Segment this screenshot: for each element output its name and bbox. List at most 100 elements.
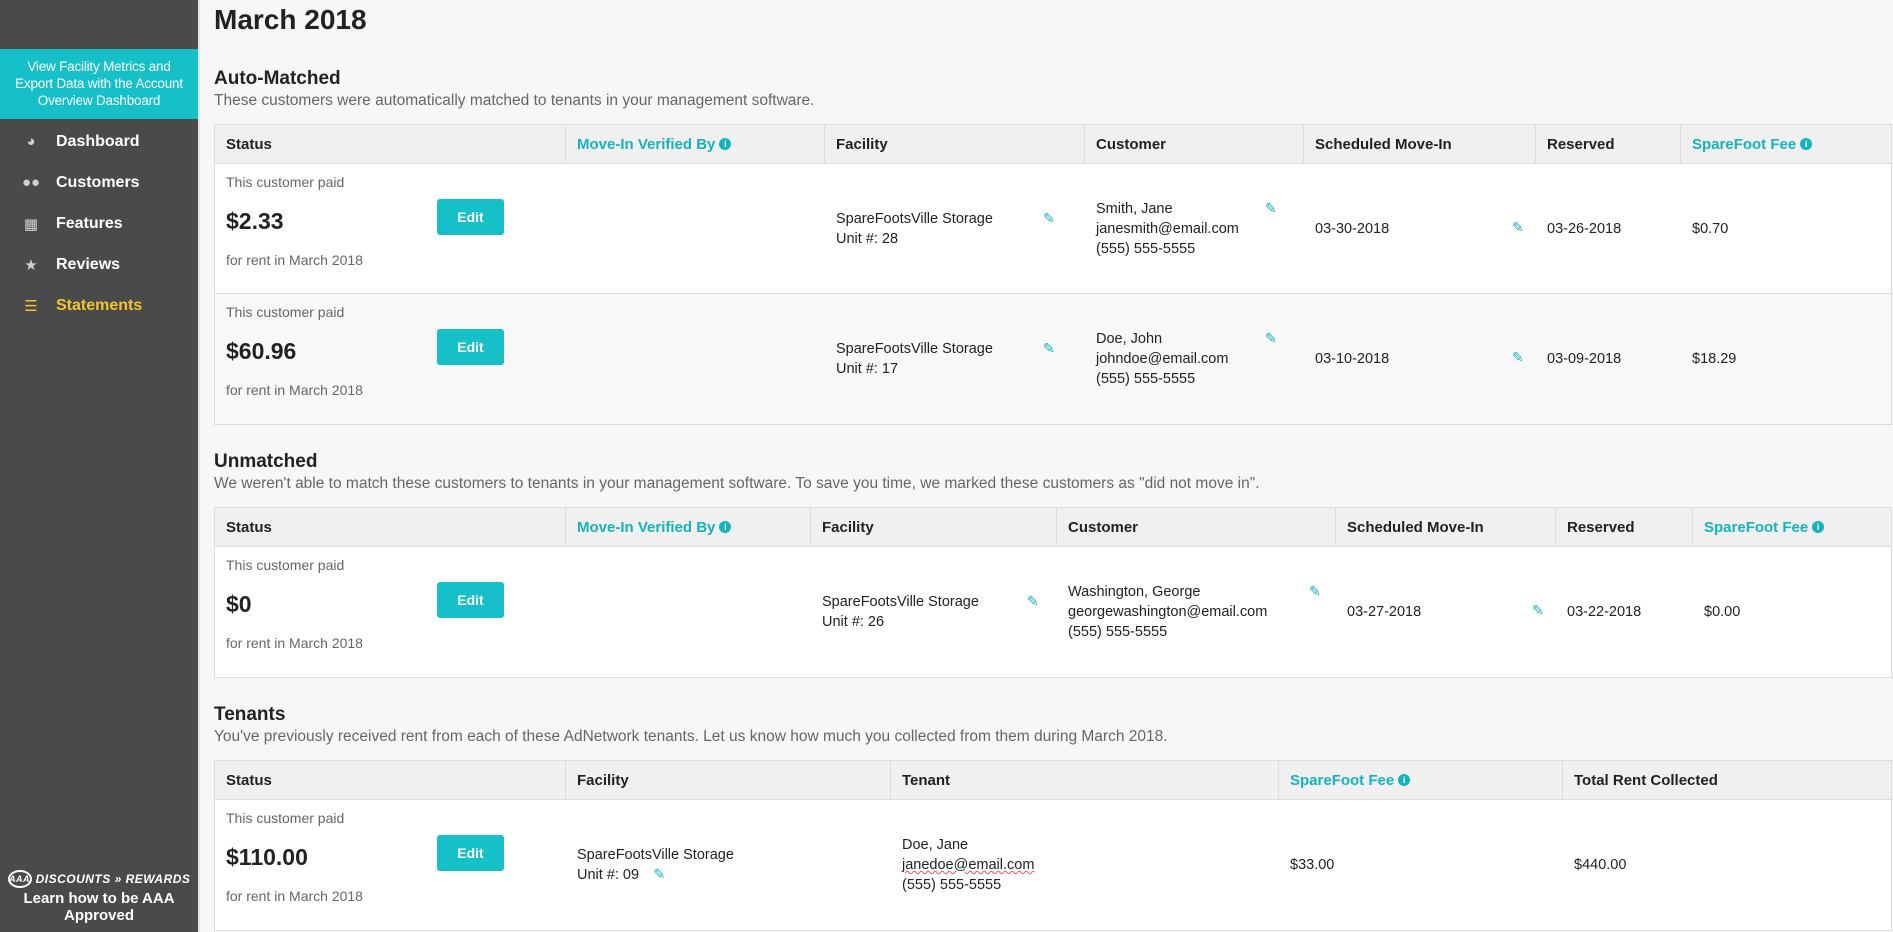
paid-amount: $60.96 (226, 338, 297, 364)
edit-pencil-icon[interactable]: ✎ (1512, 349, 1524, 366)
edit-pencil-icon[interactable]: ✎ (1043, 338, 1055, 358)
tenant-phone: (555) 555-5555 (902, 877, 1002, 893)
tenants-title: Tenants (214, 704, 286, 725)
table-row: This customer paid $60.96 for rent in Ma… (215, 294, 1891, 424)
column-sparefoot-fee[interactable]: SpareFoot Fee i (1279, 761, 1563, 799)
auto-matched-description: These customers were automatically match… (214, 92, 815, 109)
info-icon[interactable]: i (1812, 521, 1825, 533)
edit-pencil-icon[interactable]: ✎ (1265, 328, 1277, 348)
unit-number: Unit #: 09 ✎ (577, 865, 665, 885)
move-in-cell: 03-10-2018 ✎ (1304, 294, 1536, 424)
users-icon: ●● (21, 174, 41, 191)
aaa-cta-text: Learn how to be AAA Approved (23, 890, 175, 924)
sidebar-item-label: Statements (56, 296, 143, 314)
sidebar-item-label: Reviews (56, 255, 121, 273)
paid-label: This customer paid (226, 174, 345, 190)
building-icon: ▦ (23, 215, 39, 233)
column-move-in-verified[interactable]: Move-In Verified By i (566, 125, 825, 163)
column-scheduled-move-in: Scheduled Move-In (1336, 508, 1556, 546)
column-label: SpareFoot Fee (1692, 135, 1797, 153)
sidebar-item-reviews[interactable]: ★ Reviews (0, 244, 198, 285)
tenant-name: Doe, Jane (902, 837, 969, 853)
page-title: March 2018 (214, 4, 367, 35)
column-facility: Facility (811, 508, 1057, 546)
facility-name: SpareFootsVille Storage (836, 341, 993, 357)
edit-pencil-icon[interactable]: ✎ (653, 867, 665, 883)
auto-matched-table: Status Move-In Verified By i Facility Cus… (214, 124, 1892, 425)
sidebar-item-dashboard[interactable]: ◕ Dashboard (0, 121, 198, 162)
column-facility: Facility (825, 125, 1085, 163)
main-content: March 2018 Auto-Matched These customers … (198, 0, 1893, 932)
customer-name: Washington, George (1068, 584, 1201, 600)
sidebar-item-label: Dashboard (56, 132, 140, 150)
customer-cell: Washington, George georgewashington@emai… (1057, 547, 1336, 677)
column-label: Move-In Verified By (577, 135, 716, 153)
edit-pencil-icon[interactable]: ✎ (1512, 219, 1524, 236)
status-cell: This customer paid $110.00 for rent in M… (215, 800, 566, 930)
column-status: Status (215, 761, 566, 799)
customer-email: johndoe@email.com (1096, 351, 1229, 367)
edit-pencil-icon[interactable]: ✎ (1043, 208, 1055, 228)
info-icon[interactable]: i (719, 521, 732, 533)
table-header: Status Facility Tenant SpareFoot Fee i To… (215, 761, 1891, 800)
customer-email: georgewashington@email.com (1068, 604, 1268, 620)
info-icon[interactable]: i (719, 138, 732, 150)
paid-amount: $2.33 (226, 208, 284, 234)
aaa-brand: DISCOUNTS » REWARDS (35, 872, 191, 886)
edit-button[interactable]: Edit (437, 835, 504, 871)
star-icon: ★ (24, 256, 38, 274)
column-status: Status (215, 508, 566, 546)
edit-button[interactable]: Edit (437, 582, 504, 618)
sidebar-item-customers[interactable]: ●● Customers (0, 162, 198, 203)
edit-pencil-icon[interactable]: ✎ (1027, 591, 1039, 611)
dashboard-promo-banner[interactable]: View Facility Metrics and Export Data wi… (0, 49, 198, 119)
unmatched-title: Unmatched (214, 451, 318, 472)
move-in-date: 03-10-2018 (1315, 351, 1390, 367)
sidebar-item-features[interactable]: ▦ Features (0, 203, 198, 244)
table-header: Status Move-In Verified By i Facility Cus… (215, 125, 1891, 164)
column-sparefoot-fee[interactable]: SpareFoot Fee i (1681, 125, 1891, 163)
auto-matched-title: Auto-Matched (214, 68, 341, 89)
edit-pencil-icon[interactable]: ✎ (1532, 602, 1544, 619)
column-label: SpareFoot Fee (1704, 518, 1809, 536)
customer-cell: Doe, John johndoe@email.com (555) 555-55… (1085, 294, 1304, 424)
unit-number: Unit #: 28 (836, 230, 899, 247)
edit-pencil-icon[interactable]: ✎ (1265, 198, 1277, 218)
table-row: This customer paid $0 for rent in March … (215, 547, 1891, 677)
column-sparefoot-fee[interactable]: SpareFoot Fee i (1693, 508, 1891, 546)
sidebar-item-label: Customers (56, 173, 140, 191)
unmatched-table: Status Move-In Verified By i Facility Cus… (214, 507, 1892, 678)
aaa-logo-mark: AAA (7, 870, 32, 888)
sidebar-item-statements[interactable]: ☰ Statements (0, 285, 198, 326)
facility-name: SpareFootsVille Storage (577, 847, 734, 863)
move-in-date: 03-27-2018 (1347, 604, 1422, 620)
edit-button[interactable]: Edit (437, 329, 504, 365)
paid-label: This customer paid (226, 304, 345, 320)
facility-cell: SpareFootsVille Storage Unit #: 28 ✎ (825, 164, 1085, 293)
paid-label: This customer paid (226, 557, 345, 573)
column-label: Move-In Verified By (577, 518, 716, 536)
sidebar-item-label: Features (56, 214, 123, 232)
aaa-approved-link[interactable]: AAA DISCOUNTS » REWARDS Learn how to be … (0, 870, 198, 924)
customer-phone: (555) 555-5555 (1096, 371, 1196, 387)
fee-cell: $0.00 (1704, 604, 1741, 620)
column-move-in-verified[interactable]: Move-In Verified By i (566, 508, 811, 546)
reserved-cell: 03-22-2018 (1567, 604, 1642, 620)
unit-text: Unit #: 09 (577, 867, 640, 883)
move-in-cell: 03-27-2018 ✎ (1336, 547, 1556, 677)
customer-phone: (555) 555-5555 (1096, 240, 1196, 257)
facility-name: SpareFootsVille Storage (822, 594, 979, 610)
rent-note: for rent in March 2018 (226, 635, 363, 651)
edit-button[interactable]: Edit (437, 199, 504, 235)
info-icon[interactable]: i (1398, 774, 1411, 786)
edit-pencil-icon[interactable]: ✎ (1309, 581, 1321, 601)
status-cell: This customer paid $0 for rent in March … (215, 547, 566, 677)
paid-amount: $0 (226, 591, 252, 617)
fee-cell: $0.70 (1692, 220, 1729, 237)
column-facility: Facility (566, 761, 891, 799)
info-icon[interactable]: i (1800, 138, 1813, 150)
reserved-cell: 03-09-2018 (1547, 351, 1622, 367)
list-icon: ☰ (24, 297, 38, 315)
facility-cell: SpareFootsVille Storage Unit #: 26 ✎ (811, 547, 1057, 677)
column-customer: Customer (1057, 508, 1336, 546)
